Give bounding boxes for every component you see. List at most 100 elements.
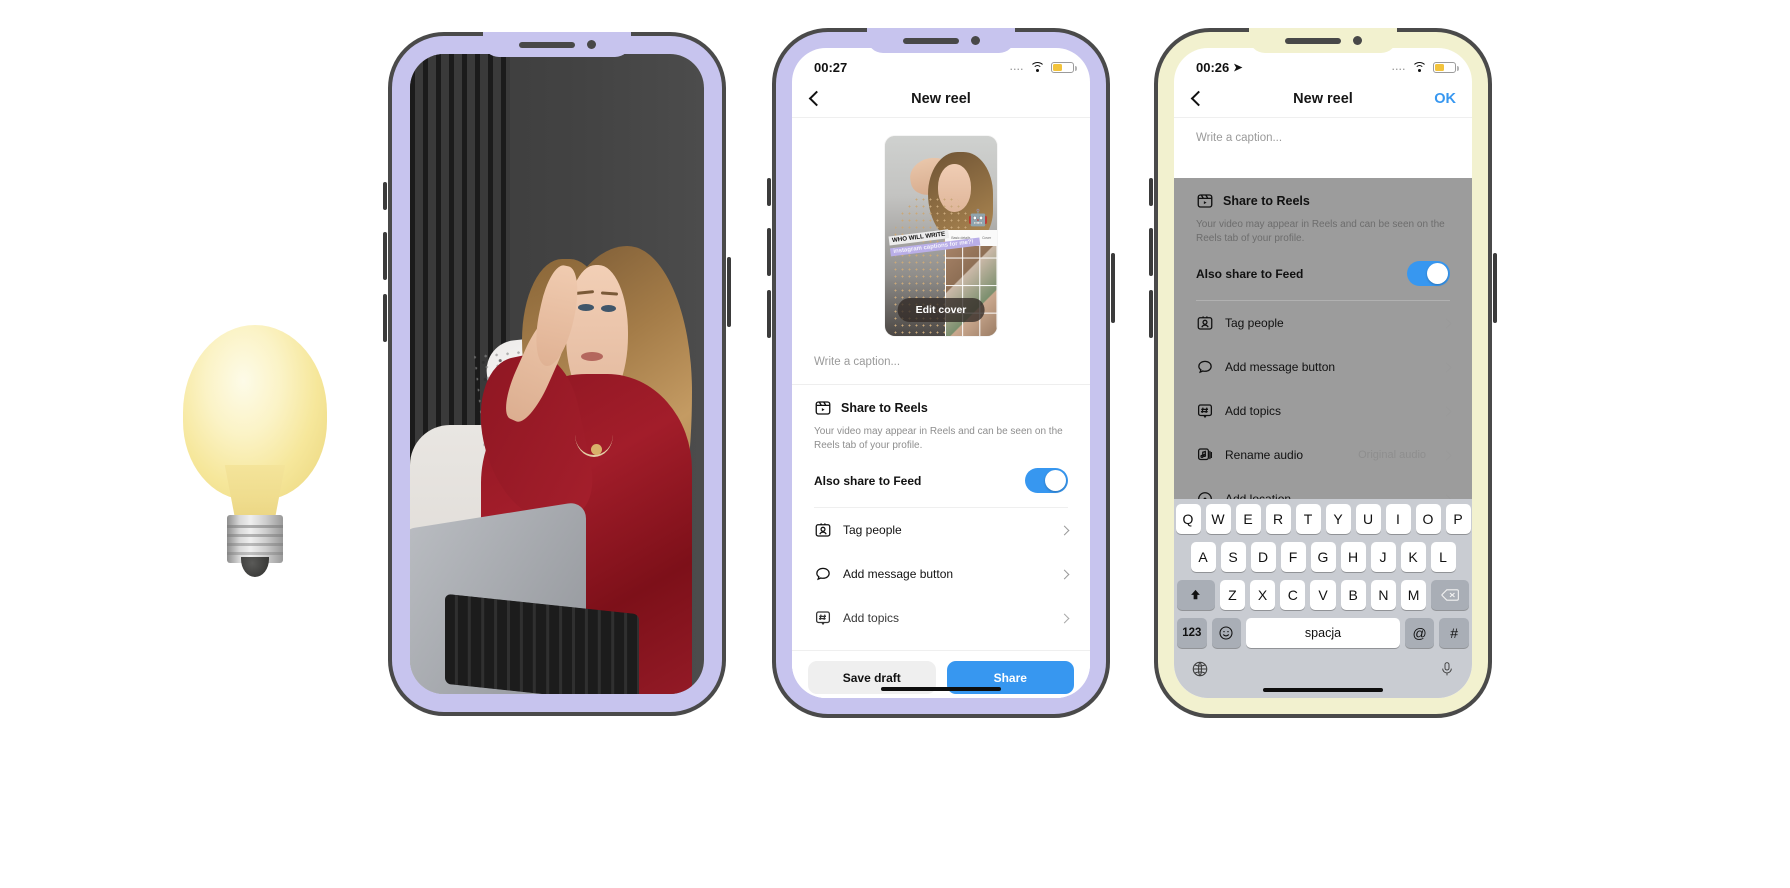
volume-down-button[interactable] xyxy=(1149,290,1153,338)
menu-item-tag-people[interactable]: Tag people xyxy=(792,508,1090,552)
also-share-to-feed-label: Also share to Feed xyxy=(1196,266,1304,281)
share-section-description: Your video may appear in Reels and can b… xyxy=(1196,219,1445,244)
also-share-to-feed-row[interactable]: Also share to Feed xyxy=(814,452,1068,508)
earpiece-speaker xyxy=(902,37,959,44)
message-bubble-icon xyxy=(1198,360,1212,374)
dimmed-overlay-content: Share to Reels Your video may appear in … xyxy=(1174,178,1472,521)
phone3-screen: 00:26 ➤ .... New reel OK Write a caption… xyxy=(1174,48,1472,698)
caption-input[interactable]: Write a caption... xyxy=(792,346,1090,385)
wifi-icon xyxy=(1030,61,1045,73)
battery-icon xyxy=(1051,61,1077,73)
earpiece-speaker xyxy=(1284,37,1341,44)
photo-eye-left xyxy=(577,303,594,311)
reels-icon xyxy=(815,401,831,415)
mute-switch[interactable] xyxy=(767,178,771,206)
emoji-face-icon xyxy=(1219,626,1233,640)
share-section-description: Your video may appear in Reels and can b… xyxy=(814,426,1063,451)
key-z[interactable]: Z xyxy=(1219,580,1245,610)
shift-icon[interactable] xyxy=(1177,580,1215,610)
video-thumbnail[interactable]: Basic details Cover 🤖 WHO WILL WRITE ins… xyxy=(885,136,997,336)
key-o[interactable]: O xyxy=(1415,504,1441,534)
volume-down-button[interactable] xyxy=(767,290,771,338)
power-button[interactable] xyxy=(1493,253,1497,323)
mute-switch[interactable] xyxy=(383,182,387,210)
chevron-left-icon[interactable] xyxy=(808,90,819,108)
message-bubble-icon xyxy=(816,567,830,581)
key-i[interactable]: I xyxy=(1385,504,1411,534)
key-u[interactable]: U xyxy=(1355,504,1381,534)
numbers-key[interactable]: 123 xyxy=(1177,618,1207,648)
volume-up-button[interactable] xyxy=(1149,228,1153,276)
phone2-screen: 00:27 .... New reel Basic details Cover … xyxy=(792,48,1090,698)
phone-notch xyxy=(483,32,631,57)
volume-up-button[interactable] xyxy=(383,232,387,280)
backspace-glyph-icon xyxy=(1441,589,1460,601)
menu-item-rename-audio[interactable]: Rename audio Original audio xyxy=(1174,433,1472,477)
mute-switch[interactable] xyxy=(1149,178,1153,206)
keyboard-row-1: Q W E R T Y U I O P xyxy=(1175,504,1471,534)
home-indicator[interactable] xyxy=(881,686,1001,691)
key-l[interactable]: L xyxy=(1430,542,1456,572)
backspace-icon[interactable] xyxy=(1431,580,1470,610)
globe-icon[interactable] xyxy=(1191,660,1209,682)
also-share-to-feed-toggle[interactable] xyxy=(1407,261,1450,286)
menu-item-add-message-button[interactable]: Add message button xyxy=(1174,345,1472,389)
volume-up-button[interactable] xyxy=(767,228,771,276)
key-p[interactable]: P xyxy=(1445,504,1471,534)
menu-item-add-message-button[interactable]: Add message button xyxy=(792,552,1090,596)
key-v[interactable]: V xyxy=(1310,580,1336,610)
chevron-right-icon xyxy=(1441,362,1452,372)
chevron-left-icon[interactable] xyxy=(1190,90,1201,108)
volume-down-button[interactable] xyxy=(383,294,387,342)
key-b[interactable]: B xyxy=(1340,580,1366,610)
key-y[interactable]: Y xyxy=(1325,504,1351,534)
key-h[interactable]: H xyxy=(1340,542,1366,572)
space-key[interactable]: spacja xyxy=(1246,618,1400,648)
at-key[interactable]: @ xyxy=(1404,618,1435,648)
also-share-to-feed-row[interactable]: Also share to Feed xyxy=(1196,245,1450,301)
status-time: 00:26 xyxy=(1196,59,1230,75)
key-g[interactable]: G xyxy=(1310,542,1336,572)
menu-label: Tag people xyxy=(843,523,902,537)
key-f[interactable]: F xyxy=(1280,542,1306,572)
power-button[interactable] xyxy=(1111,253,1115,323)
on-screen-keyboard: Q W E R T Y U I O P A S D F G H J K L Z … xyxy=(1174,499,1472,698)
bulb-base xyxy=(227,515,283,563)
key-n[interactable]: N xyxy=(1370,580,1397,610)
share-section-title: Share to Reels xyxy=(841,401,928,415)
phone-mockup-new-reel: 00:27 .... New reel Basic details Cover … xyxy=(767,28,1115,718)
home-indicator[interactable] xyxy=(1263,687,1383,692)
caption-input[interactable]: Write a caption... xyxy=(1174,118,1472,178)
key-c[interactable]: C xyxy=(1280,580,1306,610)
emoji-icon[interactable] xyxy=(1211,618,1242,648)
key-t[interactable]: T xyxy=(1295,504,1321,534)
menu-item-add-topics[interactable]: Add topics xyxy=(792,596,1090,640)
key-s[interactable]: S xyxy=(1220,542,1246,572)
also-share-to-feed-toggle[interactable] xyxy=(1025,468,1068,493)
key-a[interactable]: A xyxy=(1190,542,1216,572)
key-e[interactable]: E xyxy=(1235,504,1261,534)
key-r[interactable]: R xyxy=(1265,504,1291,534)
hash-key[interactable]: # xyxy=(1439,618,1469,648)
menu-item-add-topics[interactable]: Add topics xyxy=(1174,389,1472,433)
keyboard-row-3: Z X C V B N M xyxy=(1177,580,1470,610)
menu-value: Original audio xyxy=(1358,449,1426,461)
microphone-glyph-icon xyxy=(1442,662,1452,676)
key-w[interactable]: W xyxy=(1205,504,1231,534)
ok-button[interactable]: OK xyxy=(1434,91,1456,107)
power-button[interactable] xyxy=(727,257,731,327)
key-m[interactable]: M xyxy=(1401,580,1427,610)
key-j[interactable]: J xyxy=(1370,542,1396,572)
key-x[interactable]: X xyxy=(1250,580,1276,610)
phone1-screen xyxy=(410,54,704,694)
hashtag-icon xyxy=(1197,404,1213,419)
microphone-icon[interactable] xyxy=(1439,660,1455,682)
phone-mockup-photo xyxy=(383,32,731,716)
key-d[interactable]: D xyxy=(1250,542,1276,572)
key-q[interactable]: Q xyxy=(1175,504,1201,534)
thumb-tab-cover: Cover xyxy=(982,236,992,240)
menu-item-tag-people[interactable]: Tag people xyxy=(1174,301,1472,345)
key-k[interactable]: K xyxy=(1400,542,1426,572)
hashtag-icon xyxy=(815,611,831,626)
edit-cover-button[interactable]: Edit cover xyxy=(897,298,985,322)
